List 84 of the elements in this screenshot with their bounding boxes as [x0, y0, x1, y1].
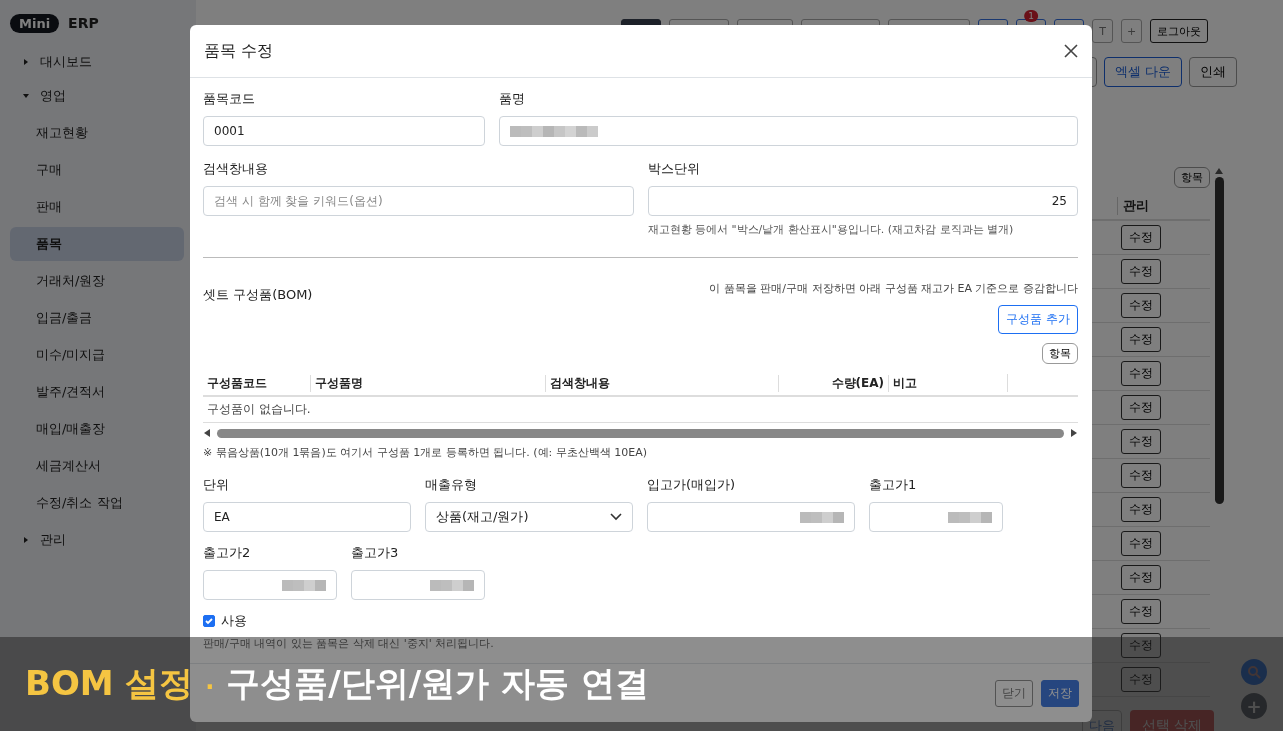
section-note: 이 품목을 판매/구매 저장하면 아래 구성품 재고가 EA 기준으로 증감합니다: [709, 281, 1078, 296]
toolbar-button[interactable]: 엑셀 다운: [1103, 57, 1182, 87]
field-label: 출고가2: [203, 544, 252, 562]
column-header: 구성품코드: [206, 374, 268, 392]
help-text: 재고현황 등에서 "박스/낱개 환산표시"용입니다. (재고차감 로직과는 별개): [647, 222, 1015, 237]
edit-button[interactable]: 수정: [1121, 667, 1161, 692]
sidebar-item[interactable]: 미수/미지급: [10, 338, 184, 372]
input-field[interactable]: 검색 시 함께 찾을 키워드(옵션): [203, 186, 634, 216]
sidebar-group[interactable]: 영업: [10, 79, 184, 113]
column-header: 관리: [1117, 197, 1149, 215]
edit-button[interactable]: 수정: [1121, 599, 1161, 624]
chevron-down-icon: [610, 513, 622, 521]
checkbox[interactable]: [203, 615, 215, 627]
sidebar-item[interactable]: 매입/매출장: [10, 412, 184, 446]
section-title: 셋트 구성품(BOM): [203, 286, 313, 304]
column-header: 구성품명: [310, 374, 545, 392]
sidebar-item[interactable]: 구매: [10, 153, 184, 187]
sidebar-item[interactable]: 거래처/원장: [10, 264, 184, 298]
logo-text: ERP: [68, 15, 99, 31]
scroll-up-icon[interactable]: [1214, 167, 1224, 175]
sidebar-group[interactable]: 대시보드: [10, 45, 184, 79]
edit-button[interactable]: 수정: [1121, 395, 1161, 420]
sidebar-item[interactable]: 품목: [10, 227, 184, 261]
dialog-title: 품목 수정: [204, 40, 274, 62]
field-label: 박스단위: [647, 160, 701, 178]
field-label: 입고가(매입가): [647, 476, 737, 494]
note-text: 판매/구매 내역이 있는 품목은 삭제 대신 '중지' 처리됩니다.: [203, 636, 495, 651]
input-field[interactable]: [203, 570, 337, 600]
scroll-left-icon[interactable]: [203, 428, 211, 438]
input-field[interactable]: [647, 502, 855, 532]
edit-button[interactable]: 수정: [1121, 225, 1161, 250]
notification-badge: 1: [1024, 10, 1038, 22]
field-label: 품명: [499, 90, 526, 108]
column-header: 검색창내용: [545, 374, 778, 392]
empty-message: 구성품이 없습니다.: [207, 401, 311, 418]
sidebar-item[interactable]: 판매: [10, 190, 184, 224]
sidebar-group[interactable]: 관리: [10, 523, 184, 557]
edit-button[interactable]: 수정: [1121, 361, 1161, 386]
header-button[interactable]: T: [1092, 19, 1113, 43]
scroll-right-icon[interactable]: [1070, 428, 1078, 438]
edit-button[interactable]: 수정: [1121, 497, 1161, 522]
column-header: 비고: [888, 374, 1007, 392]
column-header: 수량(EA): [778, 374, 888, 392]
close-icon: [1064, 44, 1078, 58]
sidebar-item[interactable]: 재고현황: [10, 116, 184, 150]
header-button[interactable]: 로그아웃: [1150, 19, 1208, 43]
sidebar-item[interactable]: 세금계산서: [10, 449, 184, 483]
logo-badge: Mini: [10, 13, 60, 33]
sidebar-item[interactable]: 수정/취소 작업: [10, 486, 184, 520]
input-field[interactable]: 0001: [203, 116, 485, 146]
edit-button[interactable]: 수정: [1121, 565, 1161, 590]
input-field[interactable]: [869, 502, 1003, 532]
edit-button[interactable]: 수정: [1121, 259, 1161, 284]
save-button[interactable]: 저장: [1041, 679, 1079, 707]
input-field[interactable]: EA: [203, 502, 411, 532]
close-button[interactable]: [1062, 42, 1080, 60]
edit-button[interactable]: 수정: [1121, 633, 1161, 658]
edit-button[interactable]: 수정: [1121, 429, 1161, 454]
select-field[interactable]: 상품(재고/원가): [425, 502, 633, 532]
edit-button[interactable]: 수정: [1121, 293, 1161, 318]
caption-text: BOM 설정 · 구성품/단위/원가 자동 연결: [25, 662, 649, 705]
edit-button[interactable]: 수정: [1121, 531, 1161, 556]
field-label: 매출유형: [425, 476, 478, 494]
edit-button[interactable]: 수정: [1121, 463, 1161, 488]
columns-button[interactable]: 항목: [1042, 343, 1078, 364]
field-label: 단위: [203, 476, 230, 494]
search-icon: [1247, 665, 1261, 679]
input-field[interactable]: [499, 116, 1078, 146]
toolbar-button[interactable]: 인쇄: [1189, 57, 1237, 87]
field-label: 검색창내용: [203, 160, 269, 178]
columns-button[interactable]: 항목: [1174, 167, 1210, 188]
sidebar-item[interactable]: 입금/출금: [10, 301, 184, 335]
header-button[interactable]: +: [1121, 19, 1142, 43]
field-label: 품목코드: [203, 90, 256, 108]
edit-button[interactable]: 수정: [1121, 327, 1161, 352]
sidebar-item[interactable]: 발주/견적서: [10, 375, 184, 409]
hint-text: ※ 묶음상품(10개 1묶음)도 여기서 구성품 1개로 등록하면 됩니다. (예: 무초산백색 10EA): [203, 445, 649, 460]
input-field[interactable]: 25: [647, 186, 1078, 216]
close-button[interactable]: 닫기: [995, 679, 1033, 707]
use-checkbox[interactable]: 사용: [203, 612, 1078, 630]
field-label: 출고가3: [351, 544, 400, 562]
field-label: 출고가1: [869, 476, 918, 494]
add-component-button[interactable]: 구성품 추가: [998, 305, 1078, 334]
input-field[interactable]: [351, 570, 485, 600]
